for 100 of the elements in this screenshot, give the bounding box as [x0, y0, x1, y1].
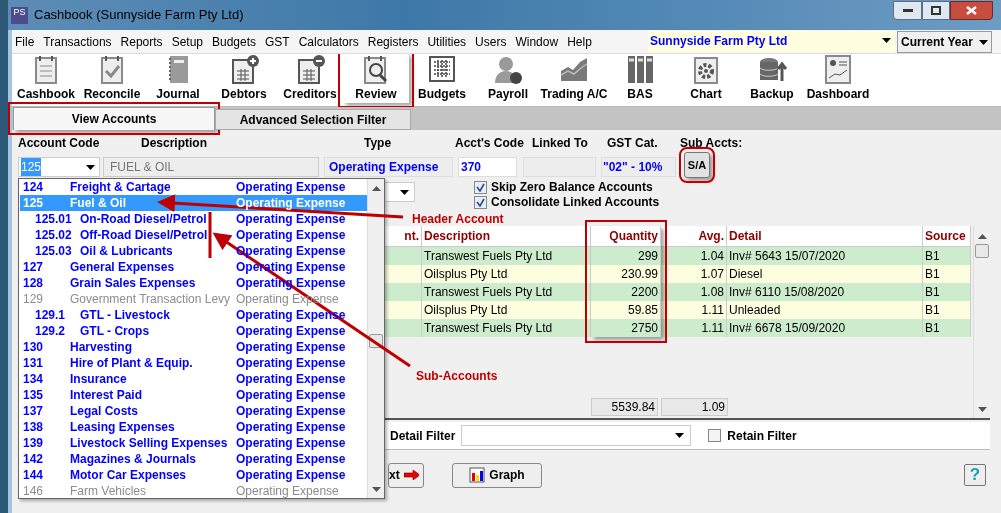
toolbar-button[interactable]: Journal — [145, 53, 211, 103]
account-list-item[interactable]: 134 Insurance Operating Expense — [20, 371, 367, 387]
table-cell: 299 — [591, 247, 660, 265]
toolbar-button[interactable]: Backup — [739, 53, 805, 103]
scroll-up-icon — [371, 186, 381, 191]
menu-item[interactable]: Registers — [367, 32, 419, 51]
table-cell: 59.85 — [591, 301, 660, 319]
maximize-button[interactable] — [922, 1, 950, 20]
column-header[interactable]: Source — [923, 226, 970, 247]
account-list-item[interactable]: 139 Livestock Selling Expenses Operating Expense — [20, 435, 367, 451]
table-cell: Inv# 6110 15/08/2020 — [727, 283, 922, 301]
menu-item[interactable]: Calculators — [298, 32, 359, 51]
menu-item[interactable]: Help — [567, 32, 592, 51]
table-cell: Diesel — [727, 265, 922, 283]
table-cell: B1 — [923, 283, 970, 301]
checkbox-label: Retain Filter — [727, 427, 797, 445]
toolbar-button[interactable]: Payroll — [475, 53, 541, 103]
dropdown-caret-icon — [675, 433, 685, 438]
menu-item[interactable]: Budgets — [212, 32, 257, 51]
checkbox-label: Consolidate Linked Accounts — [491, 194, 660, 211]
account-list-item[interactable]: 142 Magazines & Journals Operating Expense — [20, 451, 367, 467]
table-cell: B1 — [923, 265, 970, 283]
scroll-thumb[interactable] — [975, 244, 989, 258]
table-cell: Transwest Fuels Pty Ltd — [422, 283, 590, 301]
table-cell: 1.07 — [661, 265, 726, 283]
table-cell: 1.08 — [661, 283, 726, 301]
type-field[interactable]: Operating Expense — [324, 157, 453, 177]
menu-item[interactable]: File — [15, 32, 35, 51]
toolbar-button[interactable]: Debtors — [211, 53, 277, 103]
checkbox[interactable] — [474, 195, 487, 209]
company-dropdown[interactable]: Sunnyside Farm Pty Ltd — [648, 31, 895, 52]
field-label: GST Cat. — [607, 135, 659, 152]
table-cell: Oilsplus Pty Ltd — [422, 301, 590, 319]
table-cell: B1 — [923, 247, 970, 265]
table-cell: 1.04 — [661, 247, 726, 265]
toolbar-button[interactable]: Reconcile — [79, 53, 145, 103]
close-button[interactable] — [950, 1, 993, 20]
account-list-item[interactable]: 125.02 Off-Road Diesel/Petrol Operating Expense — [20, 227, 367, 243]
toolbar-button[interactable]: BAS — [607, 53, 673, 103]
toolbar-button[interactable]: Chart — [673, 53, 739, 103]
minimize-icon — [902, 8, 913, 13]
period-dropdown[interactable]: Current Year — [897, 31, 992, 53]
table-cell: Unleaded — [727, 301, 922, 319]
account-list-item[interactable]: 124 Freight & Cartage Operating Expense — [20, 179, 367, 195]
toolbar-button[interactable]: Creditors — [277, 53, 343, 103]
graph-button[interactable]: Graph — [452, 462, 542, 488]
next-button[interactable]: xt — [388, 462, 424, 488]
account-list-item[interactable]: 125.01 On-Road Diesel/Petrol Operating Expense — [20, 211, 367, 227]
checkbox[interactable] — [474, 180, 487, 194]
app-icon: PS — [11, 6, 28, 24]
menu-item[interactable]: Transactions — [43, 32, 112, 51]
toolbar-button[interactable]: Trading A/C — [541, 53, 607, 103]
column-header[interactable]: Detail — [727, 226, 922, 247]
account-list-item[interactable]: 137 Legal Costs Operating Expense — [20, 403, 367, 419]
field-label: Linked To — [532, 135, 589, 152]
scroll-down-icon — [977, 407, 987, 412]
dropdown-caret-icon — [979, 39, 988, 45]
field-label: Acct's Code — [455, 135, 525, 152]
toolbar-button[interactable]: Review — [343, 53, 409, 103]
field-label: Sub Accts: — [680, 135, 744, 152]
column-header[interactable]: Avg. — [661, 226, 726, 247]
table-cell: 2750 — [591, 319, 660, 337]
window-title: Cashbook (Sunnyside Farm Pty Ltd) — [34, 6, 244, 25]
account-list-item[interactable]: 130 Harvesting Operating Expense — [20, 339, 367, 355]
menu-item[interactable]: Reports — [120, 32, 163, 51]
bar-chart-icon — [469, 467, 486, 483]
tab[interactable]: Advanced Selection Filter — [215, 109, 411, 130]
filter-label: Detail Filter — [390, 427, 456, 445]
table-cell: 230.99 — [591, 265, 660, 283]
checkbox[interactable] — [708, 429, 722, 442]
checkbox-label: Skip Zero Balance Accounts — [491, 179, 653, 196]
toolbar-button[interactable]: Budgets — [409, 53, 475, 103]
scroll-down-icon — [371, 487, 381, 492]
table-cell: 1.11 — [661, 319, 726, 337]
scrollbar[interactable] — [367, 179, 384, 498]
acct-code-field[interactable]: 370 — [458, 157, 517, 177]
minimize-button[interactable] — [893, 1, 922, 20]
bracket-line — [208, 212, 212, 258]
column-header[interactable]: Quantity — [591, 226, 660, 247]
column-header[interactable]: Description — [422, 226, 590, 247]
callout-label: Sub-Accounts — [416, 368, 498, 385]
menu-item[interactable]: Setup — [171, 32, 203, 51]
table-cell: B1 — [923, 301, 970, 319]
menu-item[interactable]: Window — [515, 32, 559, 51]
table-cell: Transwest Fuels Pty Ltd — [422, 247, 590, 265]
field-label: Type — [364, 135, 393, 152]
toolbar-button[interactable]: Cashbook — [13, 53, 79, 103]
table-cell: Inv# 6678 15/09/2020 — [727, 319, 922, 337]
toolbar-button[interactable]: Dashboard — [805, 53, 871, 103]
account-list-item[interactable]: 135 Interest Paid Operating Expense — [20, 387, 367, 403]
account-list-item[interactable]: 144 Motor Car Expenses Operating Expense — [20, 467, 367, 483]
account-list-item[interactable]: 138 Leasing Expenses Operating Expense — [20, 419, 367, 435]
account-list-item[interactable]: 131 Hire of Plant & Equip. Operating Expense — [20, 355, 367, 371]
menu-item[interactable]: Utilities — [427, 32, 467, 51]
menu-item[interactable]: Users — [475, 32, 507, 51]
field-label: Account Code — [18, 135, 101, 152]
total-cell: 5539.84 — [591, 398, 658, 416]
description-field[interactable]: FUEL & OIL — [103, 157, 319, 177]
menu-item[interactable]: GST — [265, 32, 290, 51]
gst-category-field[interactable]: "02" - 10% — [601, 157, 676, 177]
